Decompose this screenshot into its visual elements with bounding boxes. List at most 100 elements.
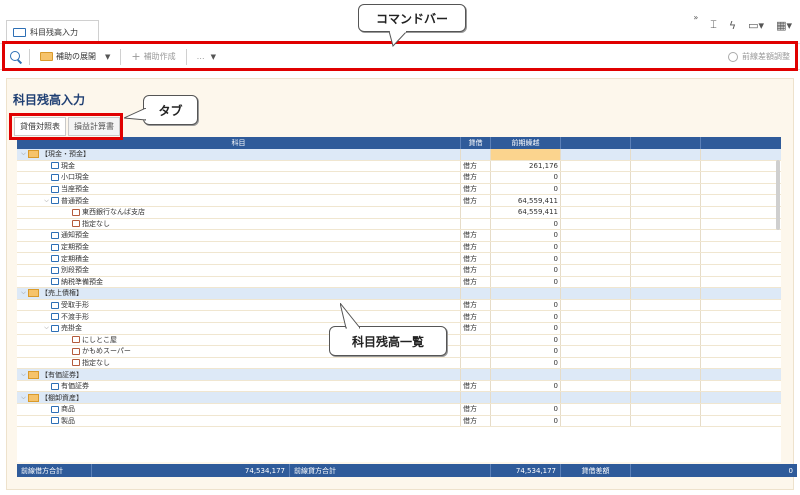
callout-tail — [124, 108, 146, 121]
cell-type: 借方 — [461, 322, 491, 334]
cell-empty — [631, 415, 701, 427]
cell-balance[interactable] — [491, 392, 561, 404]
account-icon — [51, 162, 59, 170]
cell-type: 借方 — [461, 264, 491, 276]
table-row[interactable]: ⌵ 【売上債権】 — [17, 288, 781, 300]
expand-toggle-icon[interactable]: ⌵ — [19, 289, 28, 297]
cell-balance[interactable]: 0 — [491, 264, 561, 276]
cell-balance[interactable] — [491, 149, 561, 160]
callout-list: 科目残高一覧 — [329, 303, 447, 356]
cell-balance[interactable]: 261,176 — [491, 160, 561, 172]
cell-type: 借方 — [461, 253, 491, 264]
cell-account: 製品 — [17, 415, 461, 427]
cell-empty — [701, 230, 781, 241]
vertical-scrollbar[interactable] — [776, 160, 780, 230]
cell-balance[interactable]: 0 — [491, 322, 561, 334]
cell-balance[interactable] — [491, 369, 561, 380]
table-row[interactable]: ⌵ 【有価証券】 — [17, 369, 781, 381]
cell-balance[interactable]: 64,559,411 — [491, 195, 561, 206]
calendar-icon[interactable]: ▦▾ — [776, 19, 792, 32]
cell-balance[interactable]: 0 — [491, 253, 561, 264]
table-row[interactable]: 東西銀行なんば支店 64,559,411 — [17, 206, 781, 219]
cell-balance[interactable]: 0 — [491, 357, 561, 369]
cell-balance[interactable]: 0 — [491, 230, 561, 241]
cell-balance[interactable]: 0 — [491, 346, 561, 357]
cell-empty — [561, 183, 631, 195]
cell-balance[interactable]: 0 — [491, 218, 561, 230]
cell-empty — [701, 381, 781, 392]
account-label: 【売上債権】 — [41, 289, 83, 298]
cell-empty — [631, 195, 701, 206]
expand-toggle-icon[interactable]: ⌵ — [19, 150, 28, 158]
cell-empty — [631, 346, 701, 357]
cell-balance[interactable]: 64,559,411 — [491, 206, 561, 218]
account-label: 不渡手形 — [61, 312, 89, 321]
cell-account: 有価証券 — [17, 380, 461, 392]
cell-balance[interactable]: 0 — [491, 172, 561, 183]
account-label: 有価証券 — [61, 382, 89, 391]
cell-type — [461, 334, 491, 346]
cell-empty — [701, 288, 781, 299]
cell-balance[interactable]: 0 — [491, 276, 561, 288]
window-layout-icon[interactable]: ▭▾ — [748, 19, 764, 32]
table-row[interactable]: 小口現金 借方 0 — [17, 172, 781, 184]
cell-empty — [701, 207, 781, 218]
credit-total-label: 前線貸方合計 — [290, 464, 491, 477]
cell-empty — [701, 392, 781, 403]
expand-toggle-icon[interactable]: ⌵ — [19, 394, 28, 402]
cell-balance[interactable] — [491, 288, 561, 299]
cell-balance[interactable]: 0 — [491, 311, 561, 322]
cell-balance[interactable]: 0 — [491, 404, 561, 415]
account-icon — [51, 185, 59, 193]
cell-balance[interactable]: 0 — [491, 241, 561, 253]
cell-account: 当座預金 — [17, 183, 461, 195]
account-icon — [51, 173, 59, 181]
expand-toggle-icon[interactable]: ⌵ — [42, 197, 51, 205]
cell-empty — [561, 253, 631, 264]
account-label: 定期積金 — [61, 254, 89, 263]
table-row[interactable]: 有価証券 借方 0 — [17, 380, 781, 393]
table-row[interactable]: 受取手形 借方 0 — [17, 299, 781, 312]
lightning-icon[interactable]: ϟ — [729, 19, 736, 32]
callout-command-bar-text: コマンドバー — [375, 11, 448, 26]
bookmark-icon[interactable]: ⌶ — [710, 18, 717, 32]
cell-empty — [631, 334, 701, 346]
table-header: 科目 貸借 前期繰越 — [17, 137, 781, 149]
account-label: 指定なし — [82, 358, 110, 367]
table-row[interactable]: 当座預金 借方 0 — [17, 183, 781, 196]
cell-type: 借方 — [461, 195, 491, 206]
table-row[interactable]: 指定なし 0 — [17, 357, 781, 370]
cell-balance[interactable]: 0 — [491, 380, 561, 392]
diff-value: 0 — [788, 466, 793, 475]
cell-empty — [701, 369, 781, 380]
table-row[interactable]: ⌵ 普通預金 借方 64,559,411 — [17, 195, 781, 207]
account-balance-list[interactable]: ⌵ 【現金・預金】 現金 借方 261,176 小口現金 借方 0 当座預金 借方 0 ⌵ 普通預金 借方… — [17, 149, 781, 462]
table-row[interactable]: 指定なし 0 — [17, 218, 781, 231]
cell-type: 借方 — [461, 415, 491, 427]
cell-empty — [561, 230, 631, 241]
cell-balance[interactable]: 0 — [491, 299, 561, 311]
table-row[interactable]: 現金 借方 261,176 — [17, 160, 781, 173]
cell-balance[interactable]: 0 — [491, 183, 561, 195]
cell-type — [461, 206, 491, 218]
expand-toggle-icon[interactable]: ⌵ — [42, 324, 51, 332]
table-row[interactable]: 製品 借方 0 — [17, 415, 781, 428]
cell-balance[interactable]: 0 — [491, 415, 561, 427]
more-icon[interactable]: » — [693, 13, 698, 22]
account-icon — [51, 313, 59, 321]
credit-total-value: 74,534,177 — [491, 464, 561, 477]
table-row[interactable]: ⌵ 【棚卸資産】 — [17, 392, 781, 405]
table-row[interactable]: 通知預金 借方 0 — [17, 230, 781, 242]
table-row[interactable]: 定期積金 借方 0 — [17, 253, 781, 265]
table-row[interactable]: 定期預金 借方 0 — [17, 241, 781, 254]
cell-balance[interactable]: 0 — [491, 334, 561, 346]
table-row[interactable]: 別段預金 借方 0 — [17, 264, 781, 277]
cell-empty — [701, 311, 781, 322]
table-row[interactable]: 納税準備預金 借方 0 — [17, 276, 781, 289]
cell-account: 小口現金 — [17, 172, 461, 183]
table-row[interactable]: 不渡手形 借方 0 — [17, 311, 781, 323]
table-row[interactable]: 商品 借方 0 — [17, 404, 781, 416]
header-balance: 前期繰越 — [491, 137, 561, 149]
expand-toggle-icon[interactable]: ⌵ — [19, 371, 28, 379]
table-row[interactable]: ⌵ 【現金・預金】 — [17, 149, 781, 161]
